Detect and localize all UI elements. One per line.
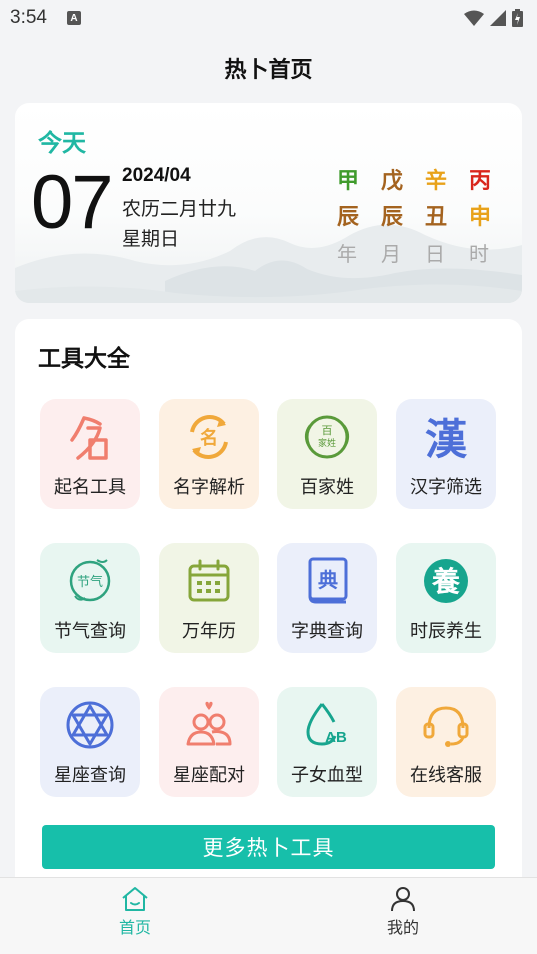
- tool-surname[interactable]: 百 家姓 百家姓: [277, 399, 377, 509]
- tool-constellation[interactable]: 星座查询: [40, 687, 140, 797]
- today-label: 今天: [38, 129, 86, 157]
- calendar-icon: [183, 555, 235, 607]
- tool-label: 万年历: [182, 621, 236, 642]
- day-number: 07: [31, 160, 114, 245]
- blood-type-icon: AB: [301, 699, 353, 751]
- page-title: 热卜首页: [224, 58, 313, 83]
- tool-pairing[interactable]: 星座配对: [159, 687, 259, 797]
- ganzhi-branch: 辰: [381, 205, 404, 230]
- headset-icon: [420, 699, 472, 751]
- ganzhi-unit: 月: [381, 242, 401, 266]
- user-icon: [391, 887, 415, 912]
- tool-label: 字典查询: [291, 621, 363, 642]
- tool-label: 子女血型: [291, 765, 363, 786]
- ganzhi-unit: 日: [425, 242, 445, 266]
- name-analysis-icon: 名: [183, 411, 235, 463]
- ganzhi-stem: 丙: [469, 169, 492, 194]
- notification-icon: A: [66, 11, 81, 25]
- more-tools-button[interactable]: 更多热卜工具: [42, 825, 495, 869]
- status-bar: 3:54 A: [0, 0, 537, 36]
- hanzi-glyph: 漢: [425, 415, 468, 462]
- tool-blood-type[interactable]: AB 子女血型: [277, 687, 377, 797]
- hanzi-icon: 漢: [420, 411, 472, 463]
- tool-label: 时辰养生: [410, 621, 482, 642]
- tool-calendar[interactable]: 万年历: [159, 543, 259, 653]
- tab-mine[interactable]: 我的: [363, 886, 443, 938]
- jieqi-glyph: 节气: [77, 574, 103, 590]
- tool-label: 汉字筛选: [410, 477, 482, 498]
- ganzhi-stem: 甲: [337, 169, 360, 194]
- tab-label: 首页: [118, 918, 151, 937]
- tool-solar-term[interactable]: 节气 节气查询: [40, 543, 140, 653]
- tool-label: 节气查询: [54, 621, 126, 642]
- dictionary-icon: 典: [301, 555, 353, 607]
- surname-glyph-bottom: 家姓: [318, 437, 336, 449]
- home-icon: [122, 887, 148, 911]
- ganzhi-branch: 辰: [337, 205, 360, 230]
- wifi-icon: [464, 10, 484, 26]
- tab-home[interactable]: 首页: [95, 886, 175, 938]
- signal-icon: [490, 10, 506, 26]
- constellation-icon: [64, 699, 116, 751]
- pairing-icon: [183, 699, 235, 751]
- year-month: 2024/04: [122, 165, 191, 186]
- tool-naming[interactable]: 起名工具: [40, 399, 140, 509]
- tool-name-analysis[interactable]: 名 名字解析: [159, 399, 259, 509]
- surname-glyph-top: 百: [322, 424, 333, 437]
- tool-dictionary[interactable]: 典 字典查询: [277, 543, 377, 653]
- ganzhi-grid: 甲戊辛丙辰辰丑申年月日时: [337, 167, 517, 269]
- ganzhi-branch: 丑: [425, 205, 448, 230]
- health-icon: 養: [420, 555, 472, 607]
- ganzhi-stem: 辛: [425, 169, 448, 194]
- lunar-date: 农历二月廿九: [122, 198, 237, 220]
- tool-label: 百家姓: [300, 477, 354, 498]
- dict-glyph: 典: [318, 568, 338, 592]
- tool-label: 名字解析: [173, 477, 245, 498]
- status-time: 3:54: [10, 7, 47, 28]
- tool-label: 星座配对: [173, 765, 245, 786]
- naming-icon: [64, 411, 116, 463]
- ganzhi-stem: 戊: [381, 169, 404, 194]
- tool-health[interactable]: 養 时辰养生: [396, 543, 496, 653]
- weekday: 星期日: [122, 228, 180, 250]
- today-card: 今天 07 2024/04 农历二月廿九 星期日 甲戊辛丙辰辰丑申年月日时: [15, 103, 522, 303]
- tools-card: 工具大全 起名工具 名 名字解析 百 家姓 百家姓 漢 汉字筛选 节气 节气查询…: [15, 319, 522, 919]
- ganzhi-unit: 时: [469, 242, 489, 266]
- tool-hanzi[interactable]: 漢 汉字筛选: [396, 399, 496, 509]
- surname-icon: 百 家姓: [301, 411, 353, 463]
- yang-glyph: 養: [431, 565, 460, 598]
- bottom-tab-bar: 首页 我的: [0, 877, 537, 954]
- ab-glyph: AB: [325, 729, 347, 746]
- battery-icon: [512, 9, 523, 27]
- tool-label: 星座查询: [54, 765, 126, 786]
- ganzhi-unit: 年: [337, 242, 357, 266]
- name-glyph: 名: [200, 427, 218, 449]
- tab-label: 我的: [386, 918, 419, 937]
- solar-term-icon: 节气: [64, 555, 116, 607]
- tools-title: 工具大全: [38, 346, 130, 372]
- ganzhi-branch: 申: [469, 205, 492, 230]
- tool-label: 起名工具: [54, 477, 126, 498]
- tool-support[interactable]: 在线客服: [396, 687, 496, 797]
- tool-label: 在线客服: [410, 765, 482, 786]
- status-icons: [464, 9, 523, 27]
